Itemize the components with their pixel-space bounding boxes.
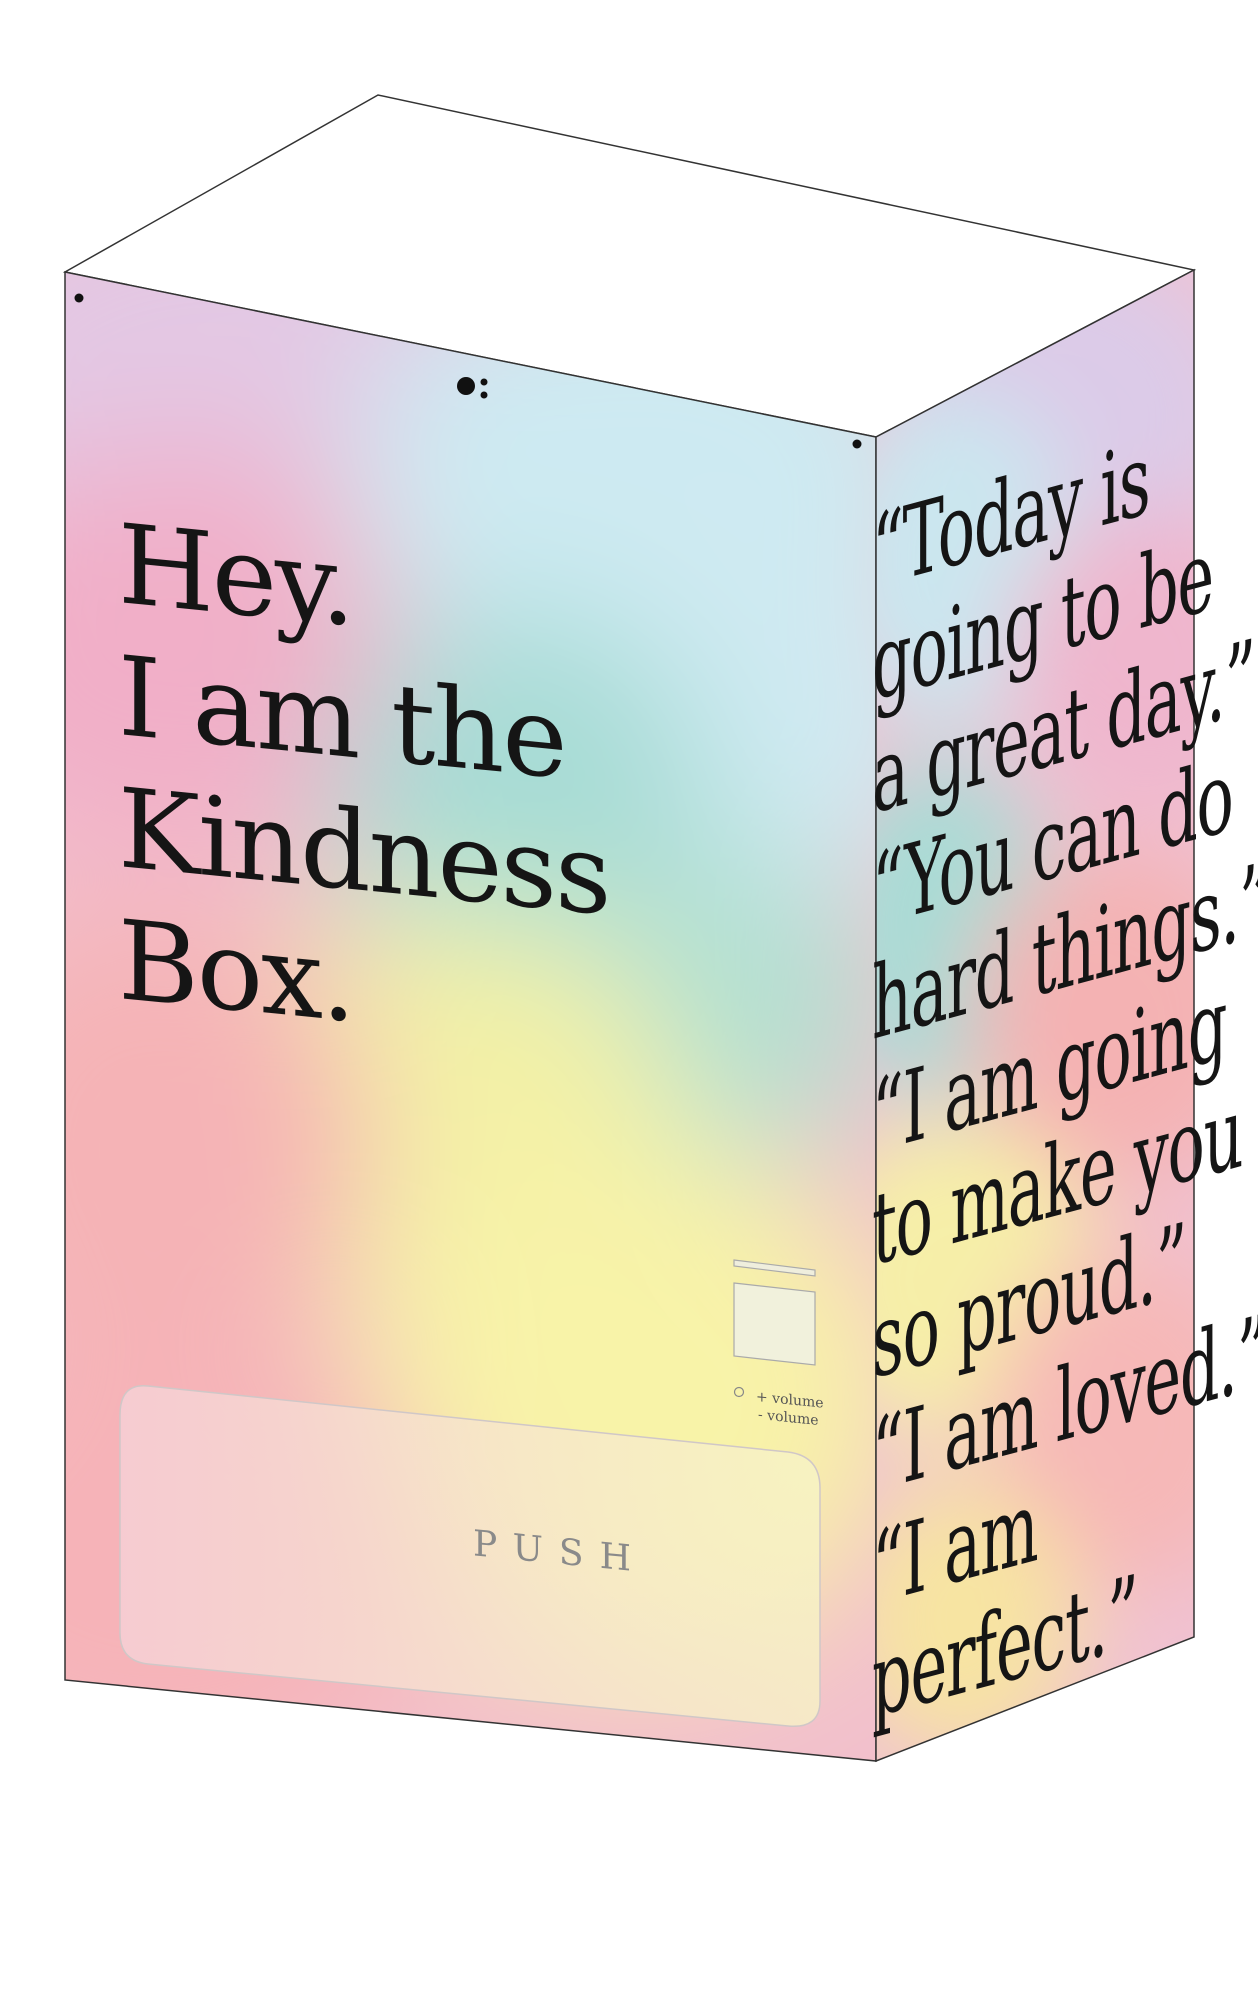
side-quotes: “Today is going to be a great day.” “You…: [872, 420, 1258, 1741]
headline: Hey. I am the Kindness Box.: [118, 498, 678, 1081]
screw-top-left-icon: [74, 293, 84, 303]
screw-top-right-icon: [852, 439, 862, 449]
kindness-box-illustration: Hey. I am the Kindness Box. PUSH + volum…: [0, 0, 1258, 1999]
